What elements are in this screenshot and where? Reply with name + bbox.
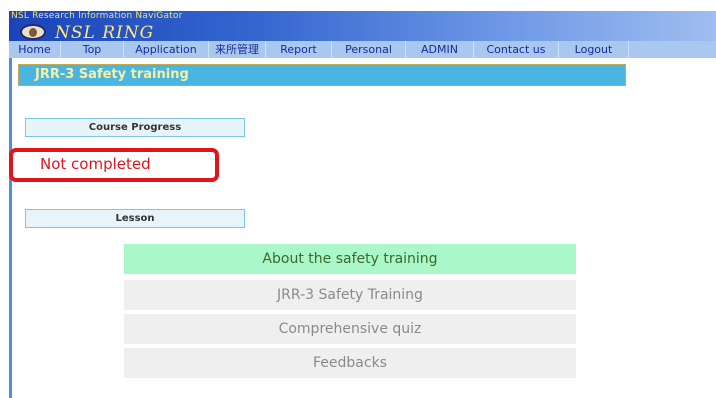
nav-filler (629, 41, 716, 58)
course-progress-heading: Course Progress (25, 118, 245, 137)
lesson-item-jrr3-safety-training[interactable]: JRR-3 Safety Training (124, 280, 576, 310)
left-guide-line (9, 58, 12, 398)
page-title: JRR-3 Safety training (35, 67, 189, 82)
nav-item-top[interactable]: Top (61, 41, 124, 58)
lesson-item-about-safety-training[interactable]: About the safety training (124, 244, 576, 274)
nav-item-logout[interactable]: Logout (559, 41, 629, 58)
page-title-bar: JRR-3 Safety training (18, 64, 626, 86)
nav-item-application[interactable]: Application (124, 41, 209, 58)
course-status-text: Not completed (40, 155, 151, 173)
lesson-heading: Lesson (25, 209, 245, 228)
nav-item-visitor-management[interactable]: 来所管理 (209, 41, 266, 58)
header-banner: NSL Research Information NaviGator NSL R… (9, 11, 716, 43)
site-brand[interactable]: NSL RING (55, 23, 154, 43)
institution-logo-icon (20, 24, 46, 40)
main-nav: Home Top Application 来所管理 Report Persona… (9, 41, 716, 58)
nav-item-report[interactable]: Report (266, 41, 332, 58)
lesson-item-comprehensive-quiz[interactable]: Comprehensive quiz (124, 314, 576, 344)
nav-item-contact-us[interactable]: Contact us (474, 41, 559, 58)
nav-item-home[interactable]: Home (9, 41, 61, 58)
lesson-item-feedbacks[interactable]: Feedbacks (124, 348, 576, 378)
site-subtitle: NSL Research Information NaviGator (11, 11, 183, 21)
nav-item-personal[interactable]: Personal (332, 41, 406, 58)
nav-item-admin[interactable]: ADMIN (406, 41, 474, 58)
